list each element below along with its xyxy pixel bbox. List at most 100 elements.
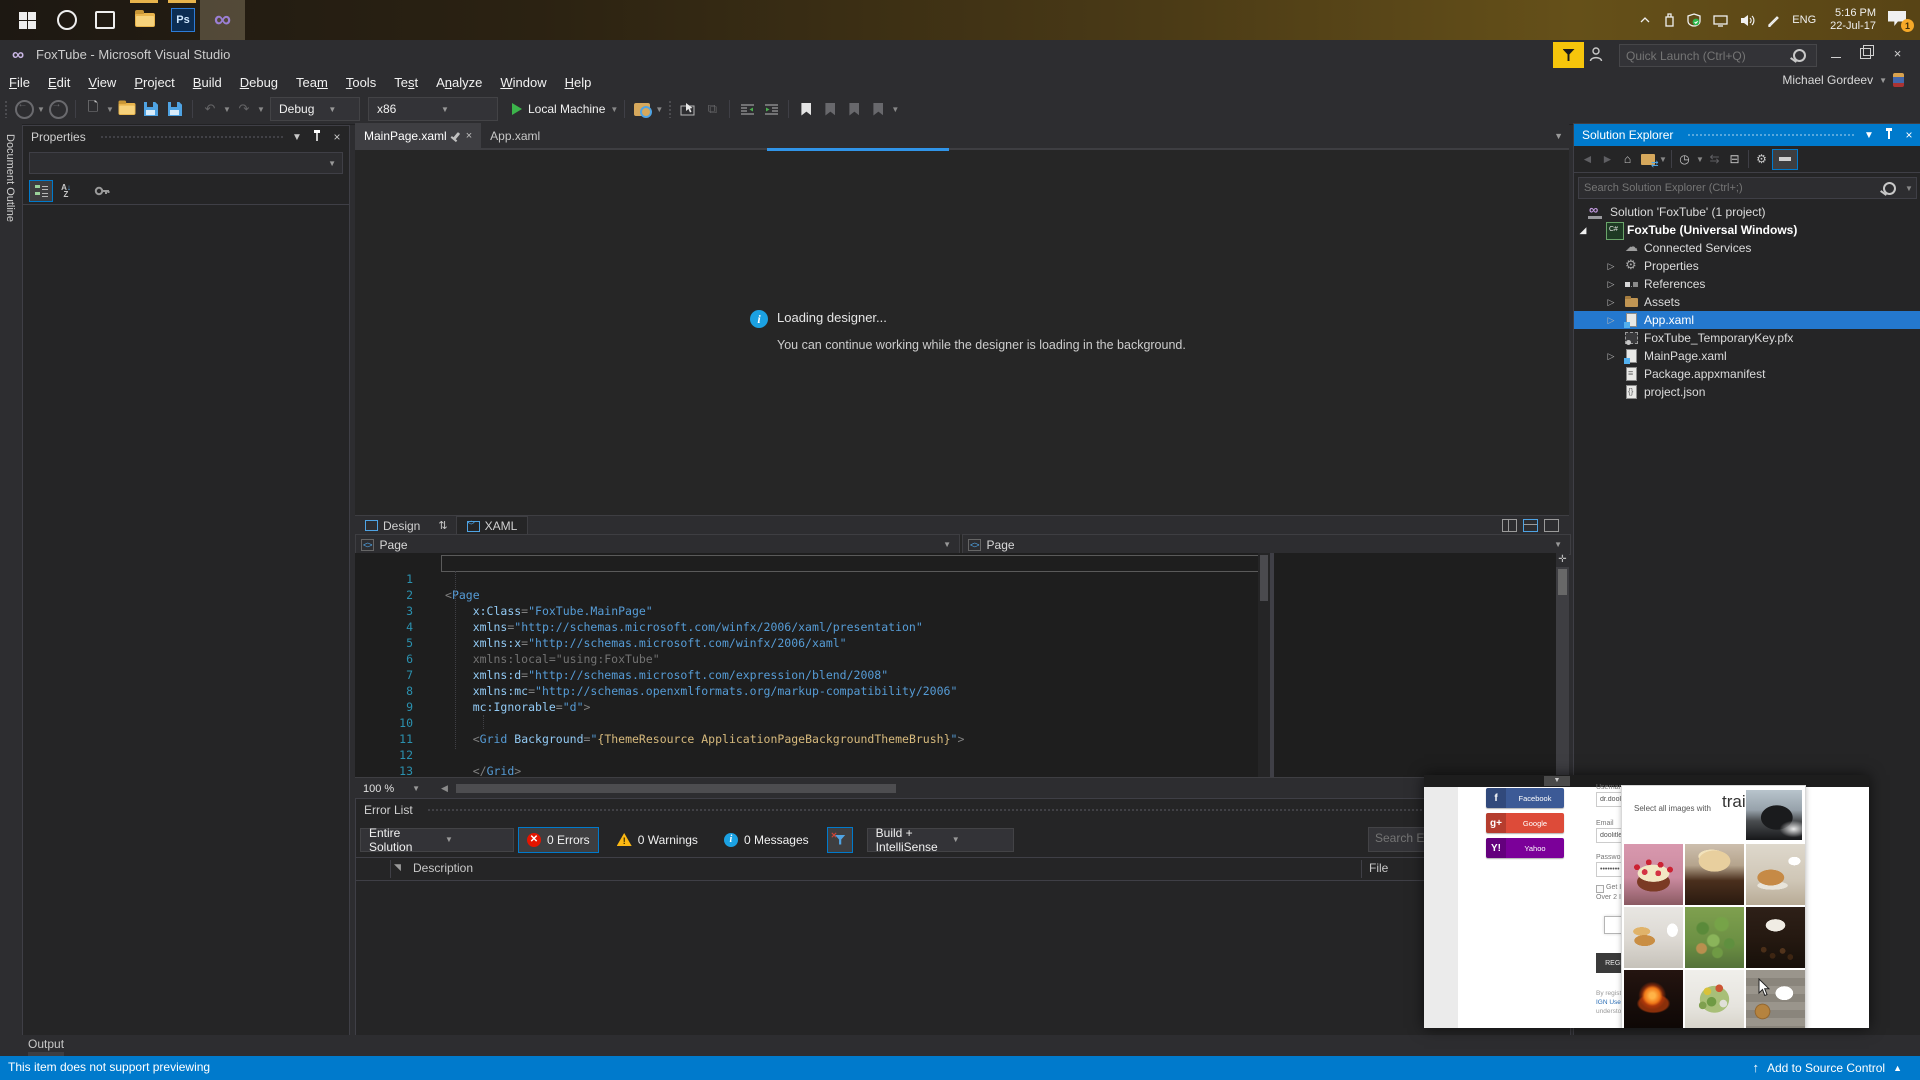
toolbar-overflow-caret[interactable]: ▼: [654, 105, 664, 114]
social-login-button[interactable]: f Facebook: [1486, 788, 1564, 808]
feedback-button[interactable]: [1553, 42, 1584, 68]
collapse-all-button[interactable]: ⊟: [1725, 150, 1744, 169]
menu-item[interactable]: Window: [491, 72, 555, 93]
decrease-indent-button[interactable]: [736, 98, 758, 120]
solution-explorer-search-box[interactable]: ▼: [1578, 177, 1917, 199]
coffee-cup-cookie-photo[interactable]: [1746, 970, 1805, 1028]
pin-icon[interactable]: [1881, 128, 1897, 139]
glowing-fire-bowl-photo[interactable]: [1624, 970, 1683, 1028]
cortana-button[interactable]: [50, 0, 84, 40]
restore-button[interactable]: [1852, 40, 1879, 66]
menu-item[interactable]: View: [79, 72, 125, 93]
tree-item[interactable]: FoxTube (Universal Windows): [1574, 221, 1920, 240]
copy-button[interactable]: ⧉: [701, 98, 723, 120]
social-login-button[interactable]: Y! Yahoo: [1486, 838, 1564, 858]
start-button[interactable]: [10, 0, 44, 40]
scrollbar-thumb[interactable]: [1558, 569, 1567, 595]
swap-panes-icon[interactable]: ⇅: [438, 519, 447, 532]
close-button[interactable]: ×: [1884, 40, 1911, 66]
toggle-bookmark-button[interactable]: [795, 98, 817, 120]
toolbar-grip[interactable]: [4, 100, 8, 118]
photoshop-button[interactable]: Ps: [166, 0, 200, 40]
menu-item[interactable]: Edit: [39, 72, 79, 93]
zoom-level-combo[interactable]: 100 % ▼: [357, 780, 425, 797]
tree-item[interactable]: Properties: [1574, 257, 1920, 275]
pending-changes-filter-button[interactable]: ◷: [1675, 150, 1694, 169]
forward-button[interactable]: ►: [1598, 150, 1617, 169]
send-feedback-person-icon[interactable]: [1589, 46, 1607, 67]
previous-bookmark-button[interactable]: [819, 98, 841, 120]
output-tab[interactable]: Output: [28, 1037, 64, 1051]
document-outline-tab[interactable]: Document Outline: [0, 122, 22, 1056]
expander-icon[interactable]: [1606, 279, 1616, 290]
redo-button[interactable]: ↷: [233, 98, 255, 120]
solution-explorer-header[interactable]: Solution Explorer ▼ ×: [1574, 124, 1920, 146]
pin-icon[interactable]: [309, 130, 325, 141]
scrollbar-thumb[interactable]: [1260, 555, 1268, 601]
sync-selection-button[interactable]: ⇆: [1705, 150, 1724, 169]
tree-item[interactable]: Package.appxmanifest: [1574, 365, 1920, 383]
menu-item[interactable]: Team: [287, 72, 337, 93]
categorized-view-button[interactable]: [29, 180, 53, 202]
severity-column-icon[interactable]: ◥: [394, 862, 401, 873]
platform-combo[interactable]: x86 ▼: [368, 97, 498, 121]
horizontal-scroll-left-arrow[interactable]: ◀: [441, 783, 448, 794]
network-display-icon[interactable]: [1713, 14, 1728, 27]
navigate-forward-button[interactable]: [47, 98, 69, 120]
save-all-button[interactable]: [164, 98, 186, 120]
clock[interactable]: 5:16 PM 22-Jul-17: [1830, 7, 1876, 33]
quick-launch-box[interactable]: [1619, 44, 1817, 67]
breakfast-plate-photo[interactable]: [1624, 907, 1683, 968]
file-explorer-button[interactable]: [128, 0, 162, 40]
minimize-button[interactable]: [1822, 40, 1849, 66]
error-source-combo[interactable]: Build + IntelliSense ▼: [866, 826, 1014, 854]
green-salad-photo[interactable]: [1685, 907, 1744, 968]
legal-link[interactable]: IGN User: [1596, 999, 1623, 1006]
configuration-combo[interactable]: Debug ▼: [270, 97, 360, 121]
properties-header[interactable]: Properties ▼ ×: [23, 126, 349, 148]
redo-caret[interactable]: ▼: [256, 105, 266, 114]
tree-item[interactable]: Connected Services: [1574, 239, 1920, 257]
window-position-caret-icon[interactable]: ▼: [1861, 130, 1877, 141]
alphabetical-sort-button[interactable]: A↓ Z: [55, 181, 77, 201]
window-position-caret-icon[interactable]: ▼: [289, 132, 305, 143]
menu-item[interactable]: Debug: [231, 72, 287, 93]
filter-caret[interactable]: ▼: [1695, 155, 1705, 164]
secondary-editor-pane[interactable]: [1274, 553, 1556, 777]
back-button[interactable]: ◄: [1578, 150, 1597, 169]
tree-item[interactable]: App.xaml: [1574, 311, 1920, 329]
social-login-button[interactable]: g+ Google: [1486, 813, 1564, 833]
iced-dessert-drink-photo[interactable]: [1685, 844, 1744, 905]
usb-icon[interactable]: [1663, 13, 1675, 27]
salad-plate-photo[interactable]: [1685, 970, 1744, 1028]
filter-button[interactable]: [826, 826, 853, 853]
undo-caret[interactable]: ▼: [222, 105, 232, 114]
collapse-pane-button[interactable]: [1544, 519, 1559, 532]
expander-icon[interactable]: [1606, 261, 1616, 272]
description-column-header[interactable]: Description: [413, 861, 473, 875]
select-element-button[interactable]: [677, 98, 699, 120]
find-in-files-button[interactable]: [631, 98, 653, 120]
bookmark-overflow-caret[interactable]: ▼: [890, 105, 900, 114]
quick-launch-input[interactable]: [1620, 48, 1793, 63]
tree-item[interactable]: Solution 'FoxTube' (1 project): [1574, 202, 1920, 221]
run-target-label[interactable]: Local Machine: [528, 102, 605, 116]
warnings-filter-button[interactable]: ! 0 Warnings: [609, 828, 706, 852]
error-list-header[interactable]: Error List: [356, 799, 1570, 821]
next-bookmark-button[interactable]: [843, 98, 865, 120]
increase-indent-button[interactable]: [760, 98, 782, 120]
expander-icon[interactable]: [1606, 315, 1616, 326]
task-view-button[interactable]: [88, 0, 122, 40]
selected-object-combo[interactable]: ▼: [29, 152, 343, 174]
tree-item[interactable]: FoxTube_TemporaryKey.pfx: [1574, 329, 1920, 347]
menu-item[interactable]: File: [0, 72, 39, 93]
close-icon[interactable]: ×: [329, 130, 345, 144]
messages-filter-button[interactable]: i 0 Messages: [716, 828, 817, 852]
language-indicator[interactable]: ENG: [1792, 14, 1816, 26]
search-options-caret[interactable]: ▼: [1904, 184, 1914, 193]
split-editor-grip[interactable]: ✛: [1556, 553, 1569, 567]
pin-tab-icon[interactable]: [452, 131, 460, 140]
tree-item[interactable]: References: [1574, 275, 1920, 293]
properties-wrench-icon[interactable]: ⚙: [1752, 150, 1771, 169]
captcha-checkbox[interactable]: [1604, 916, 1622, 934]
